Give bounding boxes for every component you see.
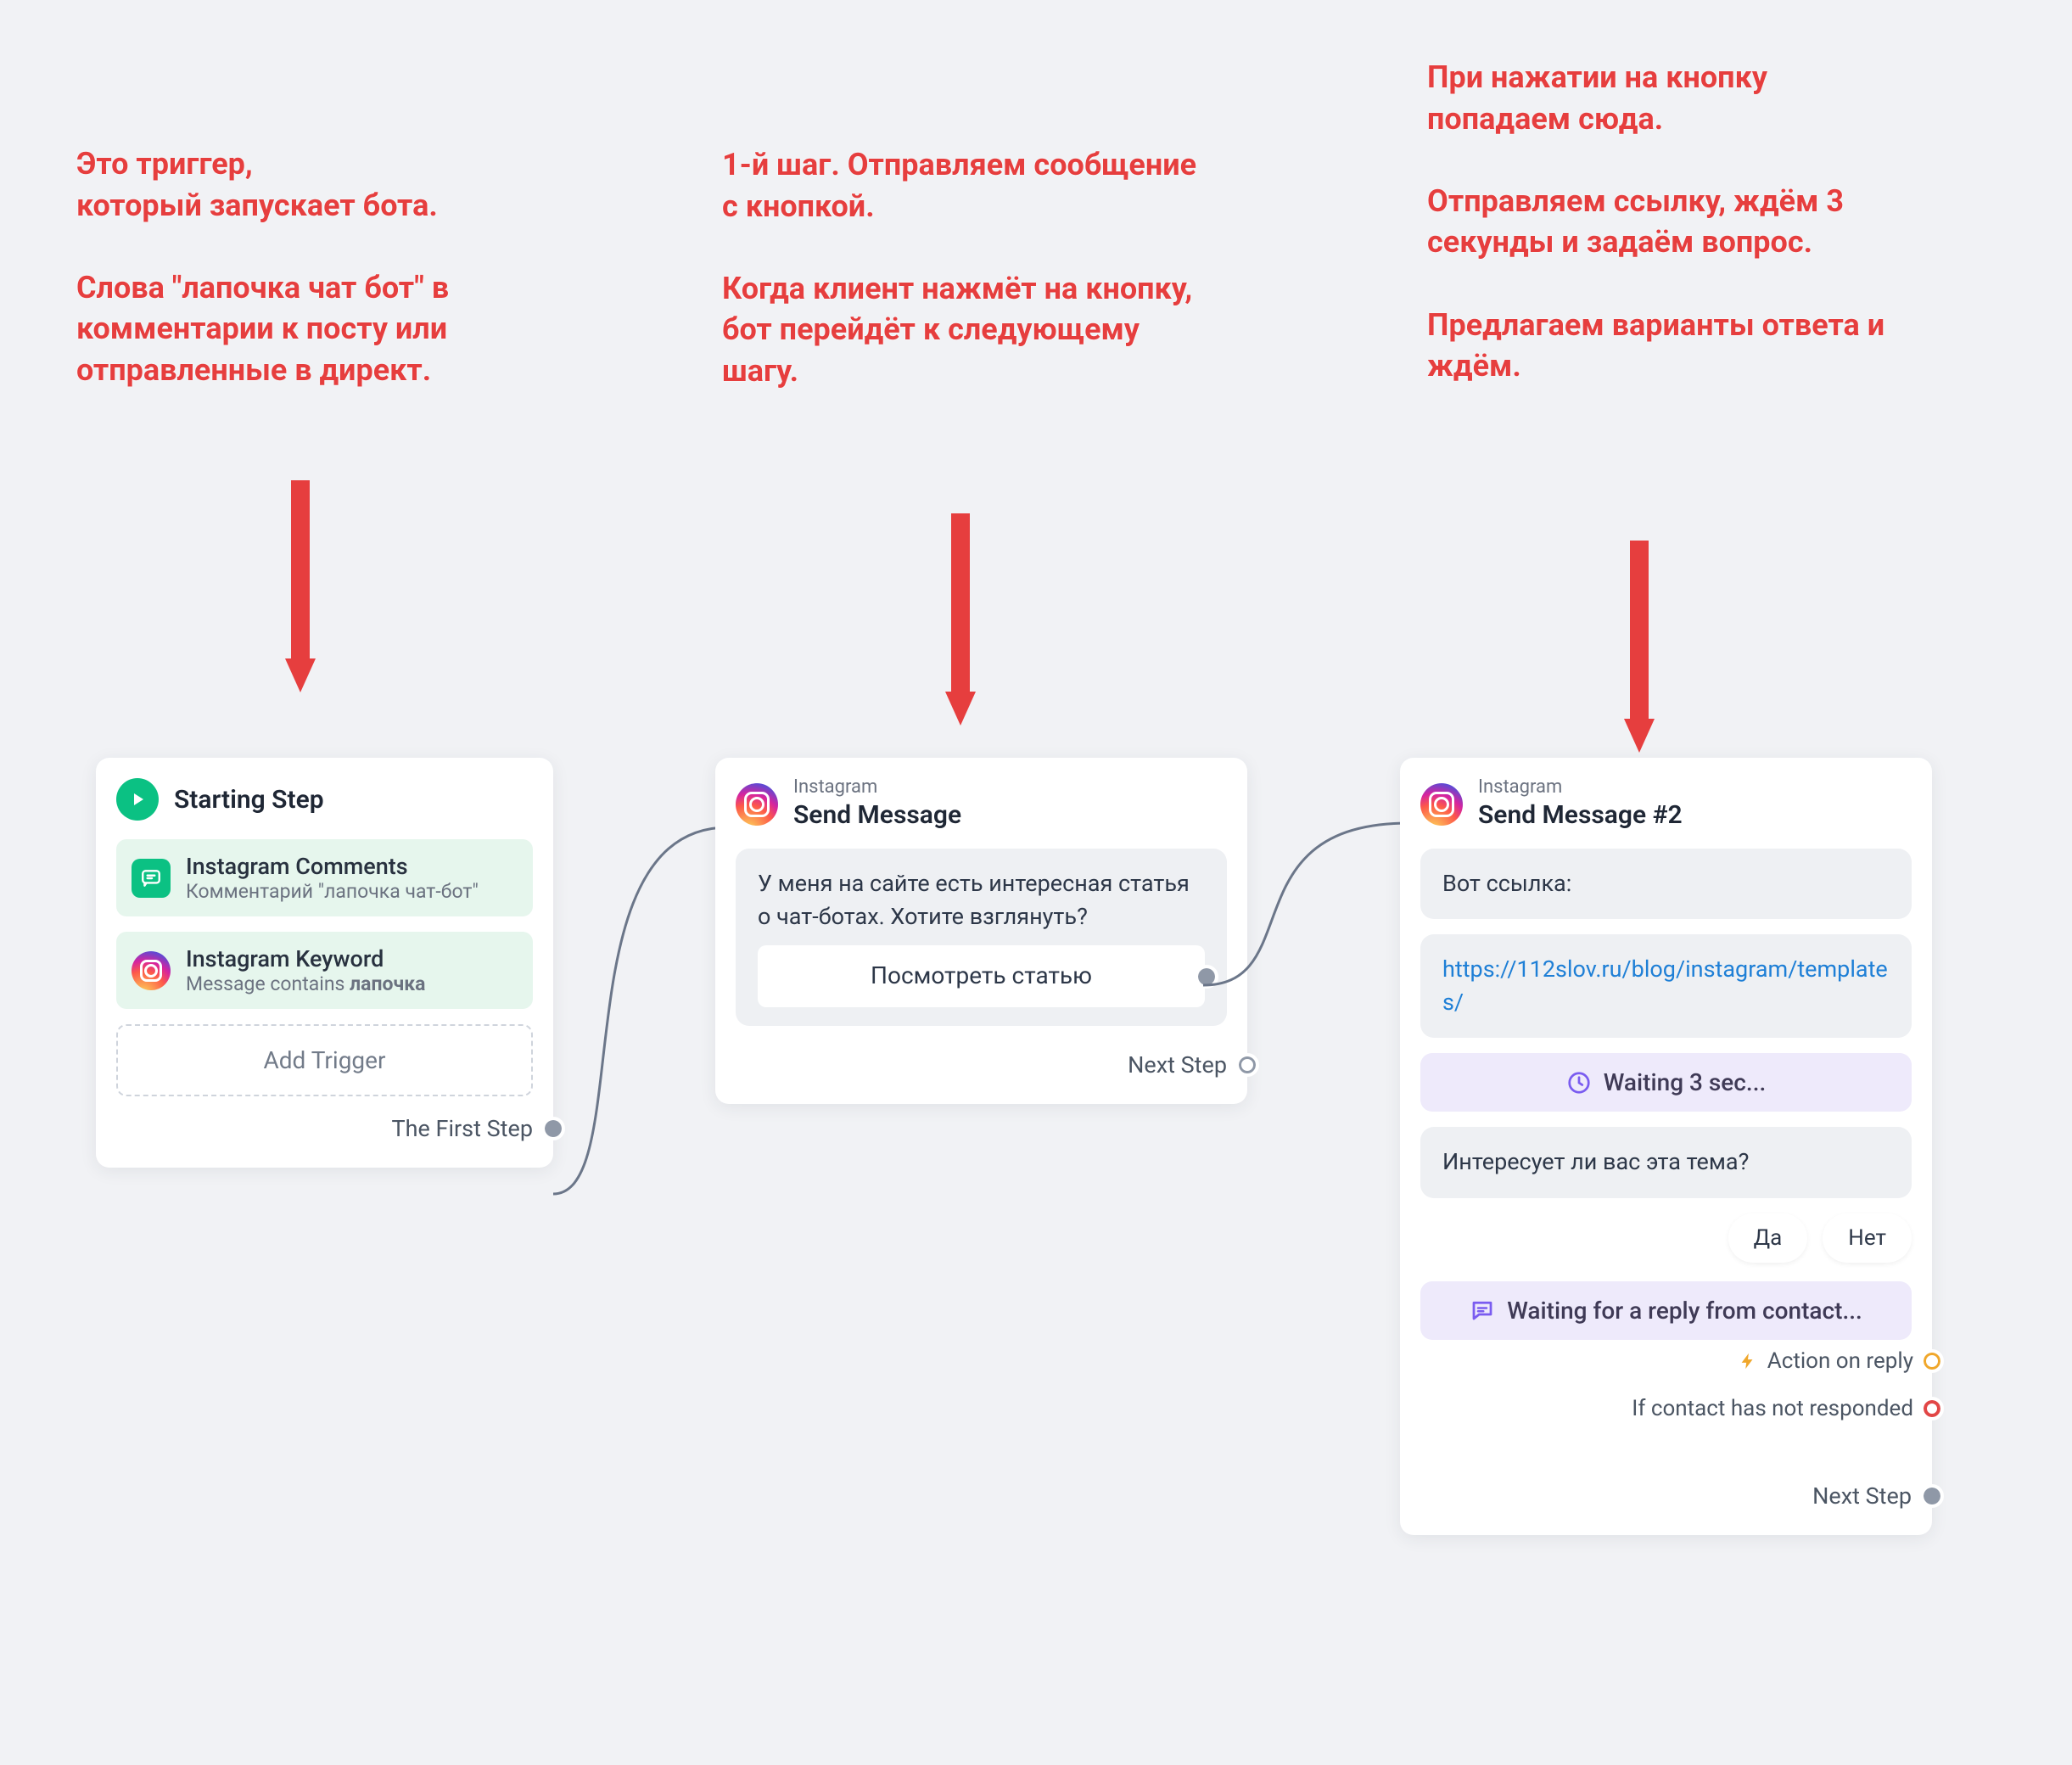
trigger-instagram-comments[interactable]: Instagram Comments Комментарий "лапочка … (116, 839, 533, 916)
port-label: The First Step (392, 1115, 533, 1142)
port-dot[interactable] (545, 1120, 562, 1137)
play-icon (116, 778, 159, 821)
port-label: Next Step (1128, 1051, 1227, 1079)
trigger-title: Instagram Comments (186, 853, 479, 880)
card-starting-step[interactable]: Starting Step Instagram Comments Коммент… (96, 758, 553, 1168)
card-title: Starting Step (174, 785, 324, 815)
card-send-message-1[interactable]: Instagram Send Message У меня на сайте е… (715, 758, 1247, 1104)
port-dot[interactable] (1198, 968, 1215, 985)
trigger-instagram-keyword[interactable]: Instagram Keyword Message contains лапоч… (116, 932, 533, 1009)
chat-icon (1470, 1297, 1495, 1323)
port-dot-open[interactable] (1239, 1056, 1256, 1073)
waiting-label: Waiting 3 sec... (1604, 1068, 1767, 1096)
port-dot[interactable] (1924, 1488, 1940, 1504)
outcome-on-reply: Action on reply (1767, 1348, 1913, 1374)
quick-reply-label: Посмотреть статью (871, 961, 1092, 989)
channel-label: Instagram (1478, 778, 1683, 797)
port-dot-red[interactable] (1924, 1400, 1940, 1417)
trigger-subtitle: Message contains лапочка (186, 972, 425, 995)
card-title: Send Message (793, 800, 961, 830)
clock-icon (1566, 1070, 1592, 1095)
bolt-icon (1739, 1352, 1757, 1370)
message-bubble[interactable]: Вот ссылка: (1420, 849, 1912, 919)
waiting-delay[interactable]: Waiting 3 sec... (1420, 1053, 1912, 1112)
instagram-icon (1420, 783, 1463, 826)
waiting-reply-label: Waiting for a reply from contact... (1507, 1297, 1862, 1325)
comment-icon (132, 859, 171, 898)
instagram-icon (132, 951, 171, 990)
message-bubble[interactable]: Интересует ли вас эта тема? (1420, 1127, 1912, 1197)
port-dot-yellow[interactable] (1924, 1353, 1940, 1370)
annotation-step2: При нажатии на кнопку попадаем сюда. Отп… (1427, 57, 1911, 387)
message-bubble-link[interactable]: https://112slov.ru/blog/instagram/templa… (1420, 934, 1912, 1038)
annotation-trigger: Это триггер, который запускает бота. Сло… (76, 143, 628, 391)
channel-label: Instagram (793, 778, 961, 797)
add-trigger-button[interactable]: Add Trigger (116, 1024, 533, 1096)
quick-reply-button[interactable]: Посмотреть статью (758, 945, 1205, 1007)
instagram-icon (736, 783, 778, 826)
link-text: https://112slov.ru/blog/instagram/templa… (1442, 955, 1888, 1016)
arrow-icon (944, 513, 977, 734)
card-title: Send Message #2 (1478, 800, 1683, 830)
trigger-subtitle: Комментарий "лапочка чат-бот" (186, 880, 479, 903)
trigger-title: Instagram Keyword (186, 945, 425, 972)
message-bubble[interactable]: У меня на сайте есть интересная статья о… (736, 849, 1227, 1026)
card-send-message-2[interactable]: Instagram Send Message #2 Вот ссылка: ht… (1400, 758, 1932, 1535)
reply-option-no[interactable]: Нет (1823, 1213, 1912, 1263)
annotation-step1: 1-й шаг. Отправляем сообщение с кнопкой.… (722, 144, 1197, 392)
message-text: У меня на сайте есть интересная статья о… (758, 867, 1205, 933)
reply-option-yes[interactable]: Да (1728, 1213, 1808, 1263)
arrow-icon (1622, 541, 1656, 761)
connector-line (543, 806, 738, 1230)
port-label: Next Step (1812, 1482, 1912, 1510)
waiting-for-reply[interactable]: Waiting for a reply from contact... (1420, 1281, 1912, 1340)
arrow-icon (283, 480, 317, 701)
outcome-no-response: If contact has not responded (1632, 1396, 1913, 1421)
